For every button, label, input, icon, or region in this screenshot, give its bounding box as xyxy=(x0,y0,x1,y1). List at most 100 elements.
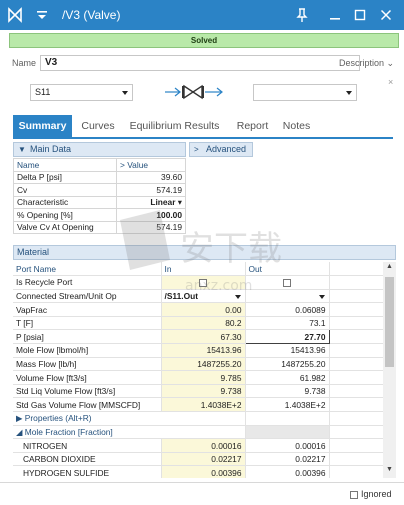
scroll-down-icon[interactable]: ▼ xyxy=(386,466,393,473)
out-value: 1487255.20 xyxy=(245,357,330,372)
outlet-stream-select[interactable] xyxy=(253,84,357,101)
in-value[interactable]: 15413.96 xyxy=(161,343,246,358)
col-value-label: Value xyxy=(127,159,149,170)
main-data-table: Name > Value Delta P [psi] 39.60 Cv 574.… xyxy=(13,158,186,234)
in-value[interactable]: 9.785 xyxy=(161,370,246,385)
valve-cv-opening-value[interactable]: 574.19 xyxy=(116,220,186,234)
opening-value[interactable]: 100.00 xyxy=(116,208,186,222)
main-data-header[interactable]: ▼ Main Data xyxy=(13,142,186,157)
out-value: 61.982 xyxy=(245,370,330,385)
recycle-out-cell xyxy=(245,275,330,290)
recycle-out-checkbox[interactable] xyxy=(283,279,291,288)
mole-fraction-group[interactable]: ◢ Mole Fraction [Fraction] xyxy=(13,425,246,440)
table-row: NITROGEN 0.00016 0.00016 xyxy=(13,438,383,453)
ignored-checkbox[interactable] xyxy=(350,490,358,499)
expand-arrow-icon: ▶ xyxy=(16,413,25,424)
name-field[interactable]: V3 xyxy=(40,55,360,71)
spacer xyxy=(329,384,383,399)
inlet-stream-select[interactable]: S11 xyxy=(30,84,133,101)
table-row: Valve Cv At Opening 574.19 xyxy=(13,220,186,234)
name-row: Name V3 Description ⌄ xyxy=(12,55,400,71)
main-data-title: Main Data xyxy=(30,144,72,154)
description-toggle[interactable]: Description ⌄ xyxy=(339,58,394,69)
table-row: Is Recycle Port xyxy=(13,275,383,290)
properties-group-row[interactable]: ▶ Properties (Alt+R) xyxy=(13,411,383,426)
connected-in-value: /S11.Out xyxy=(164,290,199,301)
ignored-label: Ignored xyxy=(361,489,392,499)
inlet-stream-value: S11 xyxy=(35,87,51,97)
properties-label: Properties (Alt+R) xyxy=(24,413,92,424)
row-label: Volume Flow [ft3/s] xyxy=(13,370,162,385)
col-name-header: Name xyxy=(13,158,117,172)
in-value[interactable]: 0.00 xyxy=(161,302,246,317)
table-row: Connected Stream/Unit Op /S11.Out xyxy=(13,289,383,304)
main-data-header-row: Name > Value xyxy=(13,158,186,172)
port-name-header: Port Name xyxy=(13,262,162,277)
connected-in-select[interactable]: /S11.Out xyxy=(161,289,246,304)
table-row: % Opening [%] 100.00 xyxy=(13,208,186,222)
maximize-icon[interactable] xyxy=(351,6,369,24)
in-value[interactable]: 9.738 xyxy=(161,384,246,399)
minimize-icon[interactable] xyxy=(326,6,344,24)
in-value[interactable]: 1.4038E+2 xyxy=(161,397,246,413)
vertical-scrollbar[interactable]: ▲ ▼ xyxy=(383,262,396,478)
characteristic-select[interactable]: Linear ▾ xyxy=(116,195,186,209)
tab-equilibrium-results[interactable]: Equilibrium Results xyxy=(124,115,225,137)
recycle-in-cell xyxy=(161,275,246,290)
out-value: 0.02217 xyxy=(245,452,330,467)
solve-status-badge: Solved xyxy=(9,33,399,48)
component-label: HYDROGEN SULFIDE xyxy=(13,465,162,478)
out-header: Out xyxy=(245,262,330,277)
col-value-header: > Value xyxy=(116,158,186,172)
spacer xyxy=(329,397,383,413)
table-row: T [F] 80.2 73.1 xyxy=(13,316,383,331)
in-value[interactable]: 1487255.20 xyxy=(161,357,246,372)
spacer xyxy=(329,452,383,467)
tab-summary[interactable]: Summary xyxy=(13,115,72,137)
row-label: Characteristic xyxy=(13,195,117,209)
advanced-title: Advanced xyxy=(206,144,247,154)
in-value[interactable]: 67.30 xyxy=(161,329,246,345)
tab-underline xyxy=(13,137,393,139)
connected-label: Connected Stream/Unit Op xyxy=(13,289,162,304)
close-description-icon[interactable]: × xyxy=(388,77,393,87)
properties-group[interactable]: ▶ Properties (Alt+R) xyxy=(13,411,246,426)
in-value[interactable]: 80.2 xyxy=(161,316,246,331)
row-label: Mass Flow [lb/h] xyxy=(13,357,162,372)
out-value: 15413.96 xyxy=(245,343,330,358)
in-value[interactable]: 0.02217 xyxy=(161,452,246,467)
row-label: Std Liq Volume Flow [ft3/s] xyxy=(13,384,162,399)
table-row: Std Gas Volume Flow [MMSCFD] 1.4038E+2 1… xyxy=(13,397,383,413)
pin-icon[interactable] xyxy=(293,6,311,24)
mole-fraction-group-row[interactable]: ◢ Mole Fraction [Fraction] xyxy=(13,425,383,440)
spacer xyxy=(329,275,383,290)
tab-notes[interactable]: Notes xyxy=(279,115,314,137)
chevron-down-icon xyxy=(122,91,128,95)
connected-out-select[interactable] xyxy=(245,289,330,304)
collapse-arrow-icon: ▼ xyxy=(18,145,26,154)
spacer xyxy=(329,425,383,440)
delta-p-value[interactable]: 39.60 xyxy=(116,170,186,184)
tab-curves[interactable]: Curves xyxy=(78,115,118,137)
recycle-in-checkbox[interactable] xyxy=(199,279,207,288)
in-value[interactable]: 0.00396 xyxy=(161,465,246,478)
advanced-header[interactable]: > Advanced xyxy=(189,142,253,157)
out-value: 0.06089 xyxy=(245,302,330,317)
spacer xyxy=(245,425,330,440)
out-value[interactable]: 27.70 xyxy=(244,329,330,345)
row-label: Cv xyxy=(13,183,117,197)
cv-value[interactable]: 574.19 xyxy=(116,183,186,197)
spacer xyxy=(329,357,383,372)
scrollbar-thumb[interactable] xyxy=(385,277,394,367)
scroll-up-icon[interactable]: ▲ xyxy=(386,263,393,270)
row-label: Std Gas Volume Flow [MMSCFD] xyxy=(13,397,162,413)
tab-report[interactable]: Report xyxy=(232,115,273,137)
ignored-toggle[interactable]: Ignored xyxy=(350,489,392,499)
row-label: T [F] xyxy=(13,316,162,331)
close-icon[interactable] xyxy=(377,6,395,24)
name-label: Name xyxy=(12,58,37,68)
window-menu-icon[interactable] xyxy=(36,9,48,21)
valve-diagram-icon xyxy=(165,84,223,100)
material-header: Material xyxy=(13,245,396,260)
in-value[interactable]: 0.00016 xyxy=(161,438,246,453)
